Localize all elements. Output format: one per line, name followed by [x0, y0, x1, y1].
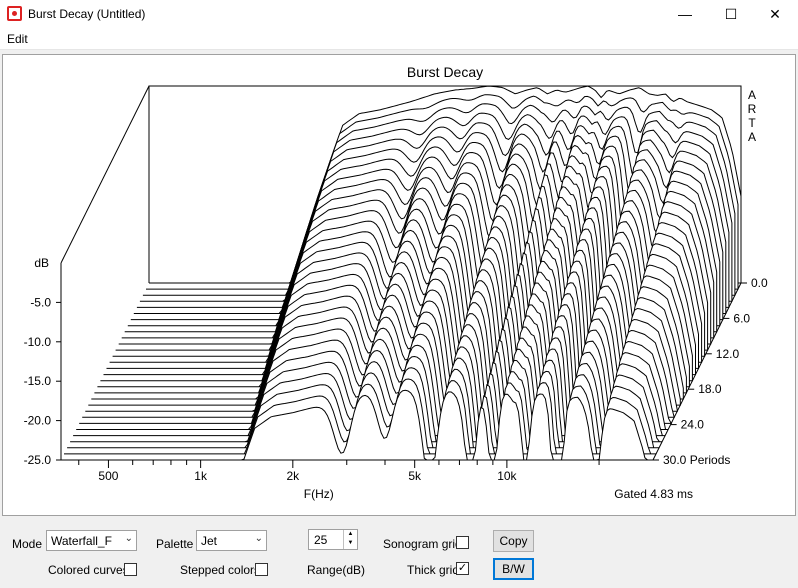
z-tick-label: 12.0	[716, 347, 740, 361]
chevron-down-icon: ⌄	[124, 533, 133, 544]
y-tick-label: -10.0	[24, 335, 52, 349]
menu-edit[interactable]: Edit	[7, 32, 28, 46]
chart-title: Burst Decay	[407, 64, 483, 80]
y-tick-label: -5.0	[30, 295, 51, 309]
z-tick-label: 18.0	[698, 382, 722, 396]
colored-curves-checkbox[interactable]	[124, 563, 137, 576]
z-tick-label: 6.0	[733, 311, 750, 325]
chevron-down-icon: ⌄	[254, 533, 263, 544]
menu-bar: Edit	[0, 28, 798, 50]
y-axis-label: dB	[34, 256, 49, 270]
gated-label: Gated 4.83 ms	[614, 487, 693, 501]
chart-panel: 500 1k 2k 5k 10k F(Hz) Gated 4.83 ms dB -5.0 -10.…	[2, 54, 796, 516]
range-spinner[interactable]: 25 ▲ ▼	[308, 529, 358, 550]
x-tick-label: 2k	[286, 469, 300, 483]
window-title: Burst Decay (Untitled)	[28, 7, 146, 21]
colored-curves-label: Colored curves	[48, 563, 129, 577]
x-tick-label: 10k	[497, 469, 517, 483]
palette-label: Palette	[156, 537, 194, 551]
z-tick-label: 30.0 Periods	[663, 453, 730, 467]
thick-grid-label: Thick grid	[407, 563, 460, 577]
waterfall-chart: 500 1k 2k 5k 10k F(Hz) Gated 4.83 ms dB -5.0 -10.…	[24, 64, 768, 501]
watermark-letter: R	[748, 102, 757, 116]
sonogram-grid-label: Sonogram grid	[383, 537, 462, 551]
stepped-colors-checkbox[interactable]	[255, 563, 268, 576]
palette-value: Jet	[201, 534, 218, 548]
spinner-buttons[interactable]: ▲ ▼	[343, 530, 357, 549]
y-tick-label: -15.0	[24, 374, 52, 388]
x-tick-label: 5k	[408, 469, 422, 483]
copy-button[interactable]: Copy	[493, 530, 534, 552]
watermark-letter: A	[748, 88, 756, 102]
app-icon	[7, 6, 22, 21]
watermark-letter: T	[748, 116, 756, 130]
range-label: Range(dB)	[307, 563, 366, 577]
z-tick-label: 0.0	[751, 276, 768, 290]
x-axis-label: F(Hz)	[304, 487, 334, 501]
close-button[interactable]: ✕	[752, 0, 798, 28]
thick-grid-checkbox[interactable]: ✓	[456, 562, 469, 575]
mode-select[interactable]: Waterfall_F ⌄	[46, 530, 137, 551]
range-value: 25	[314, 533, 328, 547]
maximize-button[interactable]: ☐	[708, 0, 754, 28]
side-wall-edge	[60, 85, 150, 264]
mode-value: Waterfall_F	[51, 534, 112, 548]
sonogram-grid-checkbox[interactable]	[456, 536, 469, 549]
y-tick-label: -25.0	[24, 453, 52, 467]
minimize-button[interactable]: —	[662, 0, 708, 28]
palette-select[interactable]: Jet ⌄	[196, 530, 267, 551]
x-tick-label: 500	[98, 469, 118, 483]
y-tick-label: -20.0	[24, 414, 52, 428]
mode-label: Mode	[12, 537, 43, 551]
bw-button[interactable]: B/W	[493, 558, 534, 580]
spin-up-icon[interactable]: ▲	[344, 530, 357, 539]
control-panel: Mode Waterfall_F ⌄ Palette Jet ⌄ 25 ▲ ▼ …	[0, 516, 798, 588]
z-tick-label: 24.0	[681, 418, 705, 432]
title-bar: Burst Decay (Untitled) — ☐ ✕	[0, 0, 798, 28]
watermark-letter: A	[748, 130, 756, 144]
x-tick-label: 1k	[194, 469, 208, 483]
spin-down-icon[interactable]: ▼	[344, 539, 357, 548]
stepped-colors-label: Stepped colors	[180, 563, 261, 577]
